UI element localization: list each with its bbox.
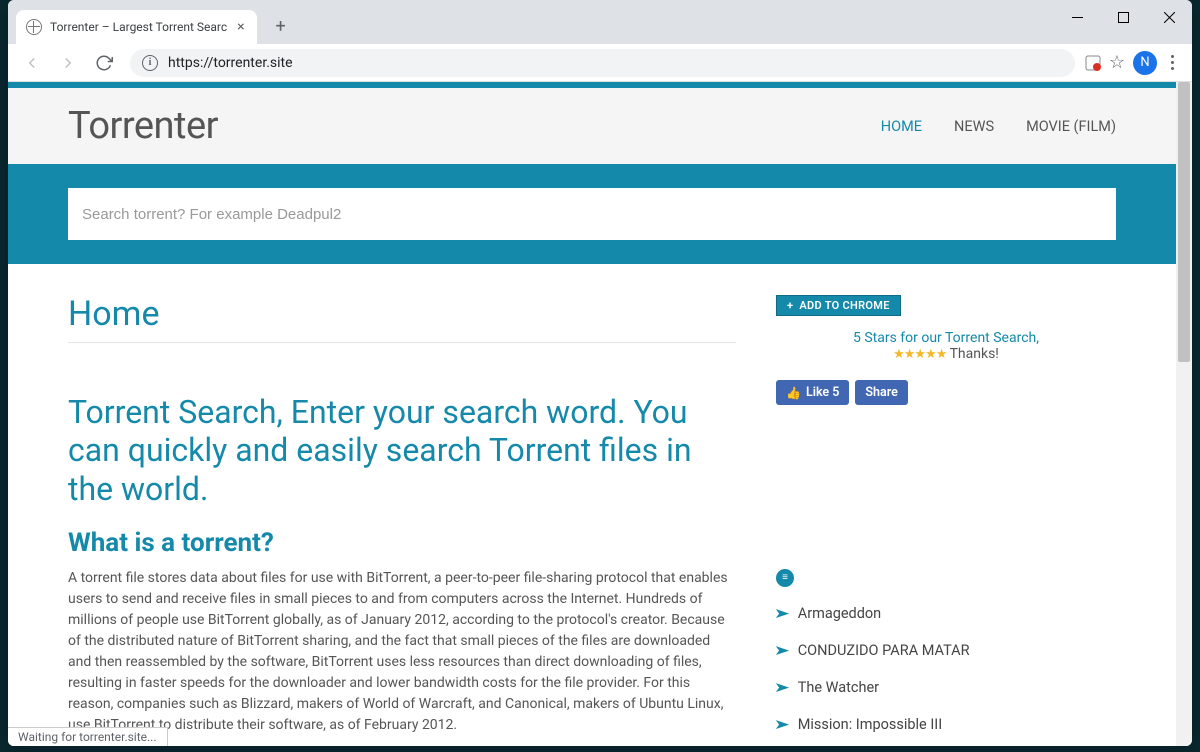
arrow-icon: ➤: [774, 717, 790, 733]
fb-share-label: Share: [865, 385, 897, 400]
browser-window: Torrenter – Largest Torrent Searc × + i …: [8, 0, 1192, 746]
fb-share-button[interactable]: Share: [855, 380, 907, 405]
feed-item[interactable]: ➤ CONDUZIDO PARA MATAR: [776, 632, 1116, 669]
thumbs-up-icon: 👍: [786, 386, 801, 400]
close-icon[interactable]: ×: [235, 19, 246, 35]
tab-title: Torrenter – Largest Torrent Searc: [50, 20, 227, 34]
site-header: Torrenter HOME NEWS MOVIE (FILM): [8, 88, 1176, 164]
address-bar[interactable]: i https://torrenter.site: [130, 49, 1075, 77]
nav-home[interactable]: HOME: [881, 118, 922, 135]
new-tab-button[interactable]: +: [267, 12, 295, 40]
minimize-button[interactable]: [1054, 0, 1100, 34]
feed-item[interactable]: ➤ Mission: Impossible III: [776, 706, 1116, 743]
rating-link[interactable]: 5 Stars for our Torrent Search,: [853, 330, 1039, 346]
arrow-icon: ➤: [774, 643, 790, 659]
fb-like-label: Like 5: [806, 385, 839, 400]
scrollbar-thumb[interactable]: [1178, 82, 1190, 362]
profile-avatar[interactable]: N: [1133, 51, 1157, 75]
facebook-buttons: 👍 Like 5 Share: [776, 380, 1116, 405]
feed-item-label: CONDUZIDO PARA MATAR: [798, 642, 970, 659]
status-bar: Waiting for torrenter.site...: [8, 727, 168, 746]
nav-news[interactable]: NEWS: [954, 118, 994, 135]
section-heading: What is a torrent?: [68, 528, 736, 558]
nav-movie[interactable]: MOVIE (FILM): [1026, 118, 1116, 135]
feed-item[interactable]: ➤ Armageddon: [776, 595, 1116, 632]
maximize-button[interactable]: [1100, 0, 1146, 34]
arrow-icon: ➤: [774, 680, 790, 696]
window-controls: [1054, 0, 1192, 34]
add-to-chrome-button[interactable]: + ADD TO CHROME: [776, 295, 901, 316]
page-title: Home: [68, 294, 736, 343]
extension-icon[interactable]: [1085, 55, 1101, 71]
star-icons: ★★★★★: [893, 347, 946, 362]
fb-like-button[interactable]: 👍 Like 5: [776, 380, 849, 405]
feed-item[interactable]: ➤ In the Blood: [776, 743, 1116, 746]
feed-item-label: The Watcher: [798, 679, 879, 696]
browser-toolbar: i https://torrenter.site ☆ N: [8, 44, 1192, 82]
thanks-text: Thanks!: [950, 346, 999, 362]
site-brand[interactable]: Torrenter: [68, 104, 218, 148]
plus-icon: +: [787, 299, 793, 312]
feed-item[interactable]: ➤ The Watcher: [776, 669, 1116, 706]
titlebar: Torrenter – Largest Torrent Searc × +: [8, 0, 1192, 44]
top-nav: HOME NEWS MOVIE (FILM): [881, 118, 1116, 135]
sidebar: + ADD TO CHROME 5 Stars for our Torrent …: [776, 294, 1116, 746]
main-column: Home Torrent Search, Enter your search w…: [68, 294, 736, 746]
bookmark-star-icon[interactable]: ☆: [1109, 52, 1125, 73]
back-button[interactable]: [16, 47, 48, 79]
content-wrap: Home Torrent Search, Enter your search w…: [8, 264, 1176, 746]
page-content: Torrenter HOME NEWS MOVIE (FILM) Home To…: [8, 82, 1176, 746]
feed-item-label: Armageddon: [798, 605, 881, 622]
feed-icon[interactable]: ≡: [776, 569, 794, 587]
scrollbar[interactable]: [1176, 82, 1192, 746]
add-to-chrome-label: ADD TO CHROME: [799, 299, 889, 312]
feed-item-label: Mission: Impossible III: [798, 716, 942, 733]
arrow-icon: ➤: [774, 606, 790, 622]
viewport: Torrenter HOME NEWS MOVIE (FILM) Home To…: [8, 82, 1192, 746]
forward-button[interactable]: [52, 47, 84, 79]
intro-heading: Torrent Search, Enter your search word. …: [68, 393, 736, 508]
rating-box: 5 Stars for our Torrent Search, ★★★★★ Th…: [776, 330, 1116, 362]
browser-tab[interactable]: Torrenter – Largest Torrent Searc ×: [16, 10, 257, 44]
close-window-button[interactable]: [1146, 0, 1192, 34]
feed-list: ≡ ➤ Armageddon ➤ CONDUZIDO PARA MATAR ➤ …: [776, 565, 1116, 746]
globe-icon: [26, 19, 42, 35]
search-input[interactable]: [68, 188, 1116, 240]
url-text: https://torrenter.site: [168, 55, 293, 71]
search-section: [8, 164, 1176, 264]
body-paragraph: A torrent file stores data about files f…: [68, 568, 736, 736]
site-info-icon[interactable]: i: [142, 55, 158, 71]
reload-button[interactable]: [88, 47, 120, 79]
browser-menu-button[interactable]: [1165, 55, 1180, 70]
